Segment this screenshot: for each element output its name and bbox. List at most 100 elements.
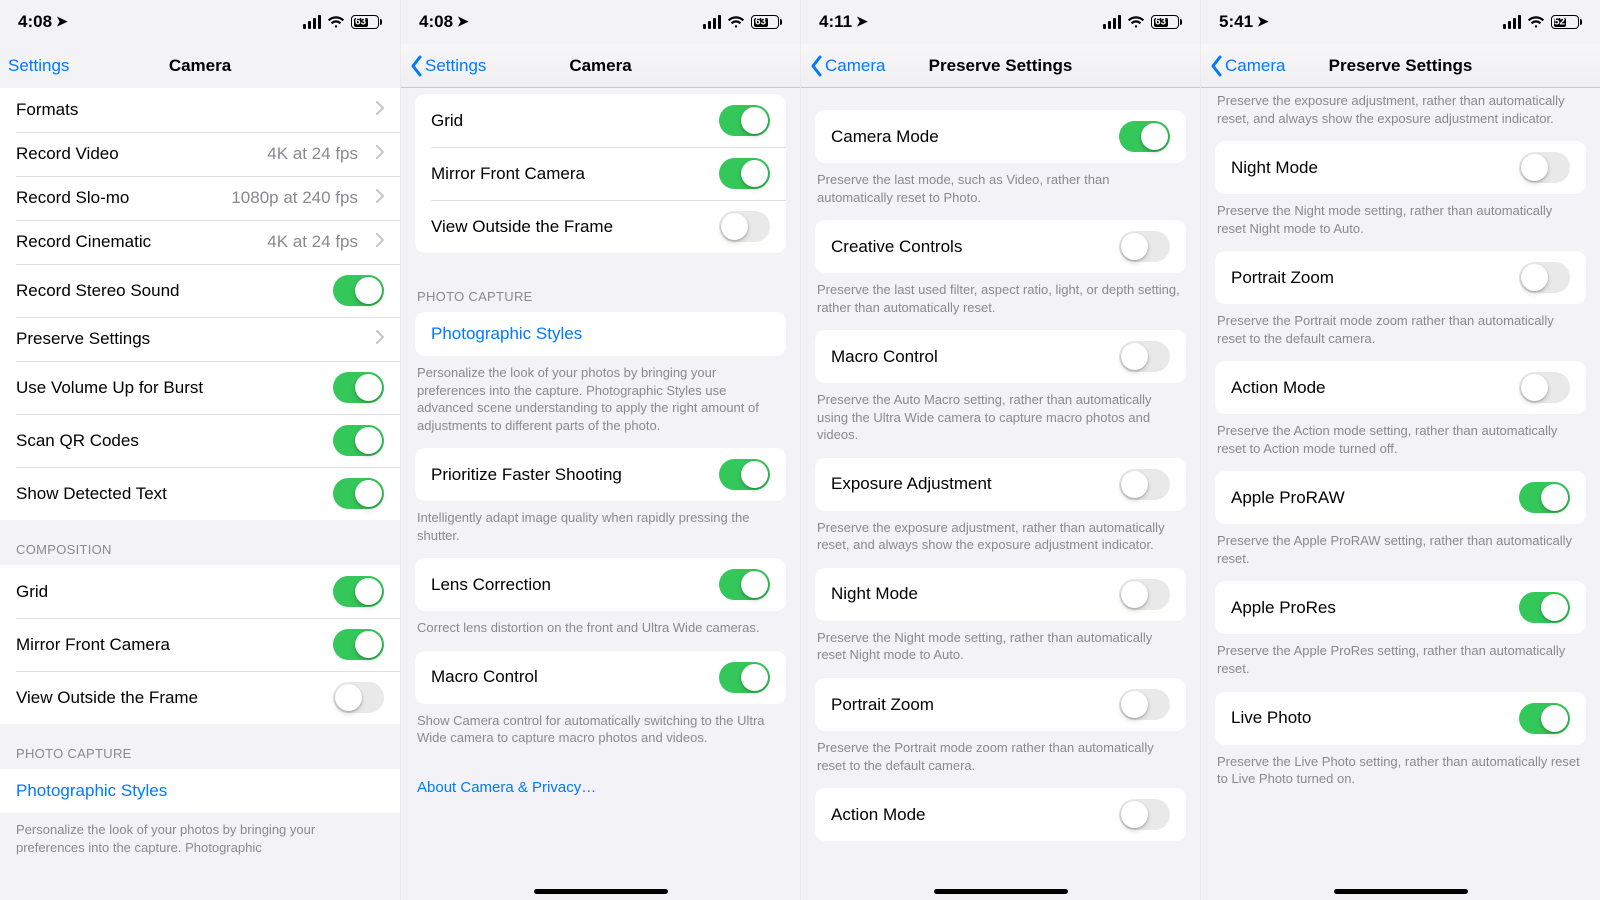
settings-row[interactable]: Record Cinematic 4K at 24 fps [0,220,400,264]
cell-label: Record Slo-mo [16,188,219,208]
cell-label: Preserve Settings [16,329,358,349]
section-footer: Preserve the Night mode setting, rather … [801,621,1200,678]
settings-row: Macro Control [415,651,786,704]
toggle-switch[interactable] [1119,689,1170,720]
chevron-left-icon [409,55,423,77]
toggle-switch[interactable] [333,478,384,509]
cell-group: Grid Mirror Front Camera View Outside th… [415,94,786,253]
settings-row[interactable]: Preserve Settings [0,317,400,361]
toggle-switch[interactable] [719,158,770,189]
toggle-switch[interactable] [719,662,770,693]
settings-row[interactable]: Record Video 4K at 24 fps [0,132,400,176]
cell-label: Photographic Styles [431,324,770,344]
cell-group: Photographic Styles [415,312,786,356]
settings-row: Show Detected Text [0,467,400,520]
cell-label: Camera Mode [831,127,1107,147]
nav-back-label: Camera [825,56,885,76]
toggle-switch[interactable] [1519,372,1570,403]
cell-detail: 4K at 24 fps [267,144,358,164]
toggle-switch[interactable] [1519,703,1570,734]
scroll-area[interactable]: Grid Mirror Front Camera View Outside th… [401,88,800,900]
settings-row[interactable]: Formats [0,88,400,132]
nav-bar: Camera Preserve Settings [801,44,1200,88]
nav-back-button[interactable]: Camera [1209,44,1285,87]
nav-back-label: Camera [1225,56,1285,76]
nav-title: Camera [569,56,631,76]
settings-row: Prioritize Faster Shooting [415,448,786,501]
toggle-switch[interactable] [1119,341,1170,372]
section-footer: Preserve the last mode, such as Video, r… [801,163,1200,220]
cell-label: Mirror Front Camera [16,635,321,655]
status-time: 4:11 [819,12,852,32]
battery-indicator: 63 [351,15,382,29]
toggle-switch[interactable] [333,576,384,607]
nav-bar: Camera Preserve Settings [1201,44,1600,88]
cell-label: Creative Controls [831,237,1107,257]
wifi-icon [1127,15,1145,29]
cell-group: Formats Record Video 4K at 24 fps Record… [0,88,400,520]
cellular-icon [703,15,721,29]
toggle-switch[interactable] [333,372,384,403]
nav-title: Preserve Settings [929,56,1073,76]
toggle-switch[interactable] [1119,469,1170,500]
cell-label: Use Volume Up for Burst [16,378,321,398]
settings-row[interactable]: Record Slo-mo 1080p at 240 fps [0,176,400,220]
scroll-area[interactable]: Formats Record Video 4K at 24 fps Record… [0,88,400,900]
settings-row[interactable]: Photographic Styles [0,769,400,813]
settings-row: Night Mode [815,568,1186,621]
cell-label: Formats [16,100,358,120]
cell-label: Grid [16,582,321,602]
toggle-switch[interactable] [333,682,384,713]
cell-group: Exposure Adjustment [815,458,1186,511]
cell-label: Prioritize Faster Shooting [431,465,707,485]
section-footer: Preserve the Live Photo setting, rather … [1201,745,1600,802]
nav-title: Preserve Settings [1329,56,1473,76]
scroll-area[interactable]: Preserve the exposure adjustment, rather… [1201,88,1600,900]
toggle-switch[interactable] [1519,152,1570,183]
section-footer: Personalize the look of your photos by b… [0,813,400,870]
toggle-switch[interactable] [333,275,384,306]
section-footer: Correct lens distortion on the front and… [401,611,800,651]
cell-group: Apple ProRes [1215,581,1586,634]
cell-group: Night Mode [815,568,1186,621]
toggle-switch[interactable] [1119,799,1170,830]
toggle-switch[interactable] [1519,592,1570,623]
toggle-switch[interactable] [333,629,384,660]
settings-row: Camera Mode [815,110,1186,163]
settings-row[interactable]: Photographic Styles [415,312,786,356]
cell-label: Apple ProRAW [1231,488,1507,508]
section-footer: Preserve the Action mode setting, rather… [1201,414,1600,471]
status-time: 5:41 [1219,12,1253,32]
about-link[interactable]: About Camera & Privacy… [401,761,800,814]
scroll-area[interactable]: Camera Mode Preserve the last mode, such… [801,88,1200,900]
settings-row: Grid [0,565,400,618]
status-bar: 4:08 ➤ 63 [401,0,800,44]
nav-back-button[interactable]: Camera [809,44,885,87]
nav-back-button[interactable]: Settings [409,44,486,87]
toggle-switch[interactable] [719,105,770,136]
nav-back-button[interactable]: Settings [8,44,69,88]
wifi-icon [327,15,345,29]
toggle-switch[interactable] [1119,231,1170,262]
location-icon: ➤ [457,13,469,30]
toggle-switch[interactable] [333,425,384,456]
chevron-right-icon [376,330,384,344]
phone-pane: 4:08 ➤ 63 Settings Camera Grid Mirror Fr… [400,0,800,900]
toggle-switch[interactable] [1119,121,1170,152]
chevron-right-icon [376,189,384,203]
toggle-switch[interactable] [1119,579,1170,610]
toggle-switch[interactable] [1519,262,1570,293]
section-header: COMPOSITION [0,520,400,565]
settings-row: Apple ProRes [1215,581,1586,634]
toggle-switch[interactable] [1519,482,1570,513]
cell-label: Portrait Zoom [1231,268,1507,288]
settings-row: Creative Controls [815,220,1186,273]
toggle-switch[interactable] [719,569,770,600]
toggle-switch[interactable] [719,459,770,490]
section-footer: Preserve the Portrait mode zoom rather t… [801,731,1200,788]
chevron-left-icon [809,55,823,77]
cell-label: Record Stereo Sound [16,281,321,301]
chevron-right-icon [376,145,384,159]
cellular-icon [303,15,321,29]
toggle-switch[interactable] [719,211,770,242]
